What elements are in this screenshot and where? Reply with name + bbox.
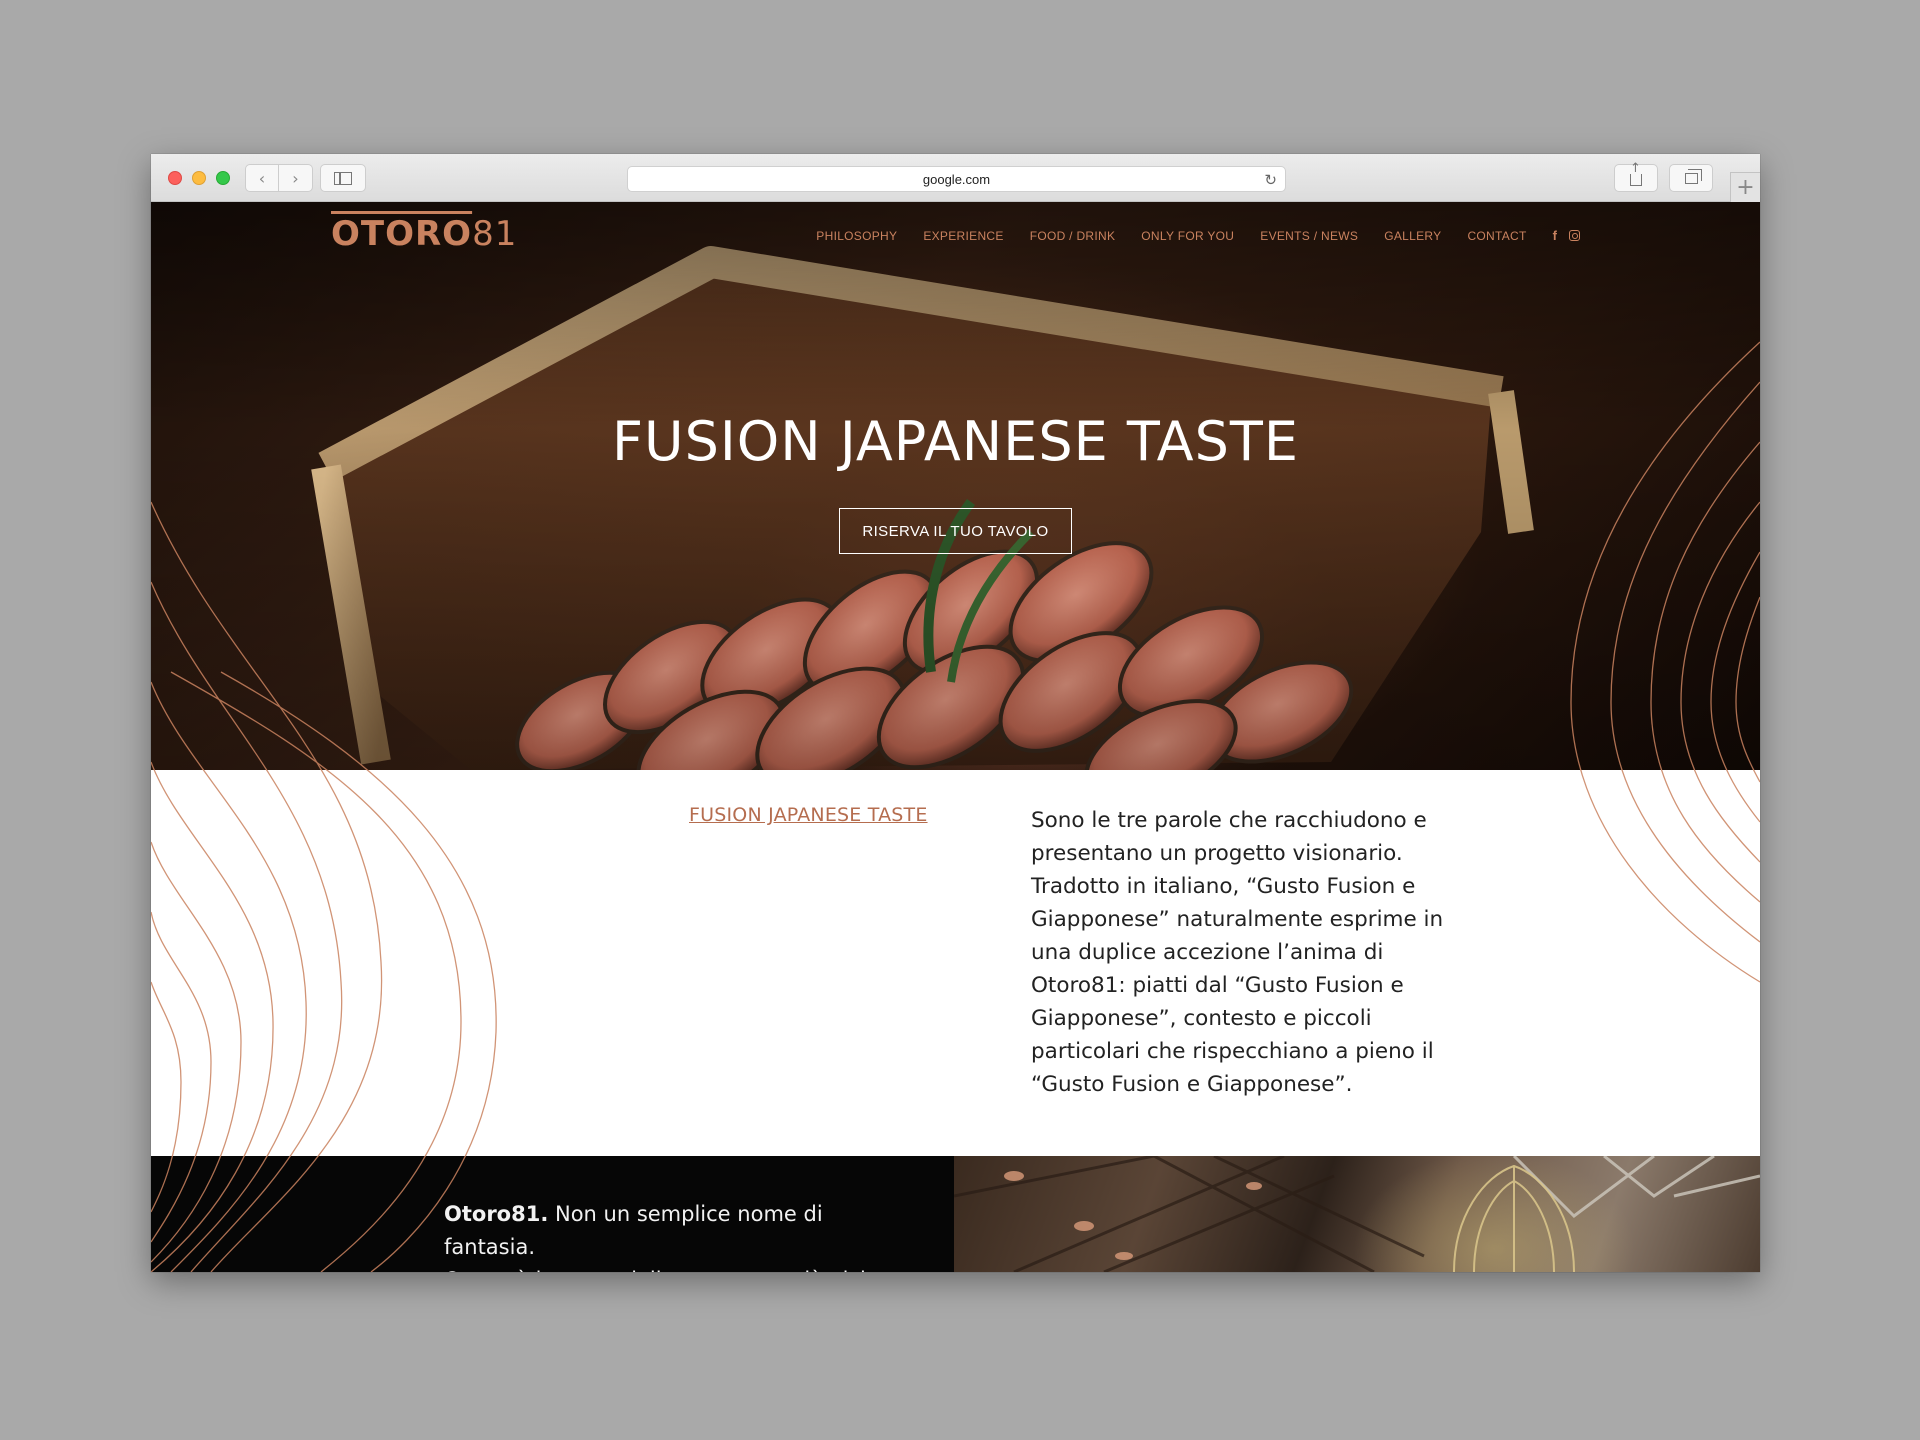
- story-section: Otoro81. Non un semplice nome di fantasi…: [151, 1156, 1760, 1272]
- story-brand: Otoro81.: [444, 1202, 549, 1226]
- chevron-right-icon: ›: [292, 168, 299, 188]
- instagram-icon[interactable]: [1569, 230, 1580, 241]
- intro-line: Tradotto in italiano, “Gusto Fusion e: [1031, 874, 1416, 899]
- sidebar-icon: [334, 171, 352, 185]
- sidebar-toggle-button[interactable]: [320, 164, 366, 192]
- zoom-window-button[interactable]: [216, 171, 230, 185]
- main-navigation: PHILOSOPHY EXPERIENCE FOOD / DRINK ONLY …: [816, 228, 1580, 243]
- tabs-icon: [1684, 168, 1702, 184]
- story-line: Otoro81. Non un semplice nome di fantasi…: [444, 1198, 914, 1264]
- intro-line: “Gusto Fusion e Giapponese”.: [1031, 1072, 1353, 1097]
- intro-line: Sono le tre parole che racchiudono e: [1031, 808, 1427, 833]
- nav-gallery[interactable]: GALLERY: [1384, 229, 1441, 243]
- new-tab-button[interactable]: +: [1730, 172, 1760, 202]
- nav-events-news[interactable]: EVENTS / NEWS: [1260, 229, 1358, 243]
- nav-contact[interactable]: CONTACT: [1467, 229, 1526, 243]
- intro-line: Giapponese” naturalmente esprime in: [1031, 907, 1444, 932]
- minimize-window-button[interactable]: [192, 171, 206, 185]
- browser-window: ‹ › google.com ↻ +: [151, 154, 1760, 1272]
- intro-line: una duplice accezione l’anima di: [1031, 940, 1384, 965]
- intro-section: FUSION JAPANESE TASTE Sono le tre parole…: [151, 770, 1760, 1156]
- web-page: OTORO81 PHILOSOPHY EXPERIENCE FOOD / DRI…: [151, 202, 1760, 1272]
- show-tabs-button[interactable]: [1669, 164, 1713, 192]
- hero-overlay: [151, 202, 1760, 770]
- chevron-left-icon: ‹: [258, 168, 266, 188]
- back-button[interactable]: ‹: [245, 164, 279, 192]
- nav-food-drink[interactable]: FOOD / DRINK: [1030, 229, 1116, 243]
- intro-line: Otoro81: piatti dal “Gusto Fusion e: [1031, 973, 1404, 998]
- story-line: Otoro, è la parte della ventresca più vi…: [444, 1264, 914, 1272]
- hero-title: FUSION JAPANESE TASTE: [611, 410, 1299, 473]
- address-url: google.com: [922, 171, 991, 187]
- reload-icon[interactable]: ↻: [1264, 171, 1277, 189]
- nav-philosophy[interactable]: PHILOSOPHY: [816, 229, 897, 243]
- ceiling-pattern: [954, 1156, 1760, 1272]
- forward-button[interactable]: ›: [279, 164, 313, 192]
- site-logo[interactable]: OTORO81: [331, 214, 517, 254]
- share-icon: [1630, 161, 1642, 186]
- intro-line: Giapponese”, contesto e piccoli: [1031, 1006, 1372, 1031]
- nav-only-for-you[interactable]: ONLY FOR YOU: [1141, 229, 1234, 243]
- plus-icon: +: [1736, 175, 1755, 200]
- browser-titlebar: ‹ › google.com ↻ +: [151, 154, 1760, 202]
- reserve-table-button[interactable]: RISERVA IL TUO TAVOLO: [839, 508, 1072, 554]
- hero-section: OTORO81 PHILOSOPHY EXPERIENCE FOOD / DRI…: [151, 202, 1760, 770]
- restaurant-interior-photo: [954, 1156, 1760, 1272]
- story-paragraph: Otoro81. Non un semplice nome di fantasi…: [444, 1198, 914, 1272]
- intro-heading-link[interactable]: FUSION JAPANESE TASTE: [689, 804, 928, 826]
- intro-line: presentano un progetto visionario.: [1031, 841, 1403, 866]
- intro-paragraph: Sono le tre parole che racchiudono e pre…: [1031, 804, 1451, 1101]
- close-window-button[interactable]: [168, 171, 182, 185]
- nav-experience[interactable]: EXPERIENCE: [923, 229, 1003, 243]
- facebook-icon[interactable]: f: [1553, 228, 1557, 243]
- logo-number: 81: [472, 214, 518, 254]
- address-bar[interactable]: google.com ↻: [627, 166, 1286, 192]
- intro-line: particolari che rispecchiano a pieno il: [1031, 1039, 1434, 1064]
- logo-wordmark: OTORO: [331, 214, 473, 254]
- share-button[interactable]: [1614, 161, 1658, 192]
